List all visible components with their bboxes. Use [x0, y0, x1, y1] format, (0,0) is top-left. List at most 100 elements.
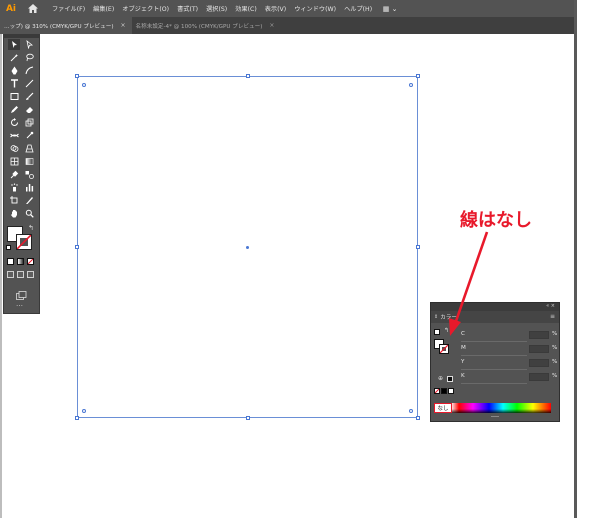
resize-handle-left[interactable] [75, 245, 79, 249]
collapse-icon[interactable]: « × [546, 303, 555, 309]
none-color-chip[interactable] [434, 388, 440, 394]
web-safe-icon[interactable] [447, 376, 453, 382]
home-icon[interactable] [22, 0, 44, 17]
resize-handle-top[interactable] [246, 74, 250, 78]
blend-tool-icon[interactable] [23, 169, 35, 180]
canvas-right-edge [574, 0, 577, 518]
line-tool-icon[interactable] [23, 78, 35, 89]
menu-type[interactable]: 書式(T) [177, 4, 198, 13]
tab-document-1[interactable]: …ップ) @ 310% (CMYK/GPU プレビュー) × [0, 17, 132, 34]
menu-edit[interactable]: 編集(E) [93, 4, 114, 13]
tab-label: 名称未設定-4* @ 100% (CMYK/GPU プレビュー) [135, 23, 263, 30]
pen-tool-icon[interactable] [8, 65, 20, 76]
magic-wand-tool-icon[interactable] [8, 52, 20, 63]
close-icon[interactable]: × [121, 22, 126, 29]
eyedropper-tool-icon[interactable] [8, 169, 20, 180]
scale-tool-icon[interactable] [23, 117, 35, 128]
none-button[interactable] [27, 258, 34, 265]
close-icon[interactable]: × [269, 22, 274, 29]
gamut-warning-icon[interactable]: ⊕ [438, 375, 443, 382]
black-chip[interactable] [441, 388, 447, 394]
swap-fill-stroke-icon[interactable]: ↰ [28, 224, 34, 232]
tab-label: …ップ) @ 310% (CMYK/GPU プレビュー) [4, 23, 114, 30]
resize-handle-right[interactable] [416, 245, 420, 249]
panel-default-colors-icon[interactable] [434, 329, 440, 335]
stroke-swatch[interactable] [16, 234, 32, 250]
rectangle-tool-icon[interactable] [8, 91, 20, 102]
toolbar-grip[interactable] [4, 35, 39, 38]
panel-resize-grip[interactable] [491, 416, 499, 419]
cyan-slider[interactable] [461, 341, 527, 342]
panel-dock-bar[interactable]: « × [431, 303, 559, 311]
gradient-tool-icon[interactable] [23, 156, 35, 167]
more-tools-icon[interactable]: … [16, 300, 23, 308]
eraser-tool-icon[interactable] [23, 104, 35, 115]
artboard-tool-icon[interactable] [8, 195, 20, 206]
panel-swap-icon[interactable]: ↰ [444, 327, 449, 334]
draw-behind-icon[interactable] [17, 271, 24, 278]
cyan-unit: % [552, 331, 558, 337]
tab-document-2[interactable]: 名称未設定-4* @ 100% (CMYK/GPU プレビュー) × [131, 17, 281, 34]
corner-widget[interactable] [409, 409, 413, 413]
lasso-tool-icon[interactable] [23, 52, 35, 63]
yellow-unit: % [552, 359, 558, 365]
magenta-input[interactable] [529, 345, 549, 353]
hand-tool-icon[interactable] [8, 208, 20, 219]
resize-handle-bottom-right[interactable] [416, 416, 420, 420]
cyan-input[interactable] [529, 331, 549, 339]
width-tool-icon[interactable] [8, 130, 20, 141]
black-label: K [461, 373, 465, 379]
resize-handle-bottom[interactable] [246, 416, 250, 420]
slice-tool-icon[interactable] [23, 195, 35, 206]
curvature-tool-icon[interactable] [23, 65, 35, 76]
selection-tool-icon[interactable] [8, 39, 20, 50]
mesh-tool-icon[interactable] [8, 156, 20, 167]
none-label-chip[interactable]: なし [434, 403, 452, 413]
resize-handle-top-left[interactable] [75, 74, 79, 78]
shape-builder-tool-icon[interactable] [8, 143, 20, 154]
menu-effect[interactable]: 効果(C) [235, 4, 257, 13]
menu-view[interactable]: 表示(V) [265, 4, 286, 13]
paintbrush-tool-icon[interactable] [23, 91, 35, 102]
perspective-grid-tool-icon[interactable] [23, 143, 35, 154]
canvas-left-edge [0, 34, 2, 518]
black-slider[interactable] [461, 383, 527, 384]
corner-widget[interactable] [82, 83, 86, 87]
yellow-slider[interactable] [461, 369, 527, 370]
fill-stroke-widget[interactable]: ↰ [6, 224, 38, 254]
menu-window[interactable]: ウィンドウ(W) [294, 4, 336, 13]
black-input[interactable] [529, 373, 549, 381]
direct-selection-tool-icon[interactable] [23, 39, 35, 50]
resize-handle-top-right[interactable] [416, 74, 420, 78]
chevron-icon[interactable]: ⇕ [434, 314, 438, 320]
illustrator-window: Ai ファイル(F) 編集(E) オブジェクト(O) 書式(T) 選択(S) 効… [0, 0, 596, 518]
color-mode-buttons [7, 258, 37, 266]
puppet-warp-tool-icon[interactable] [23, 130, 35, 141]
draw-normal-icon[interactable] [7, 271, 14, 278]
gradient-button[interactable] [17, 258, 24, 265]
menu-object[interactable]: オブジェクト(O) [122, 4, 169, 13]
workspace-switcher-icon[interactable]: ▦ ⌄ [380, 0, 400, 17]
corner-widget[interactable] [82, 409, 86, 413]
menu-help[interactable]: ヘルプ(H) [344, 4, 372, 13]
yellow-input[interactable] [529, 359, 549, 367]
pencil-tool-icon[interactable] [8, 104, 20, 115]
magenta-slider[interactable] [461, 355, 527, 356]
white-chip[interactable] [448, 388, 454, 394]
menu-select[interactable]: 選択(S) [206, 4, 227, 13]
symbol-sprayer-tool-icon[interactable] [8, 182, 20, 193]
screen-mode-icon[interactable] [16, 285, 27, 300]
rotate-tool-icon[interactable] [8, 117, 20, 128]
panel-menu-icon[interactable]: ≡ [550, 313, 555, 320]
menu-file[interactable]: ファイル(F) [52, 4, 85, 13]
type-tool-icon[interactable] [8, 78, 20, 89]
panel-title[interactable]: カラー [440, 313, 457, 321]
color-button[interactable] [7, 258, 14, 265]
draw-inside-icon[interactable] [27, 271, 34, 278]
default-colors-icon[interactable] [6, 245, 11, 250]
corner-widget[interactable] [409, 83, 413, 87]
zoom-tool-icon[interactable] [23, 208, 35, 219]
panel-stroke-swatch[interactable] [439, 344, 449, 354]
column-graph-tool-icon[interactable] [23, 182, 35, 193]
resize-handle-bottom-left[interactable] [75, 416, 79, 420]
